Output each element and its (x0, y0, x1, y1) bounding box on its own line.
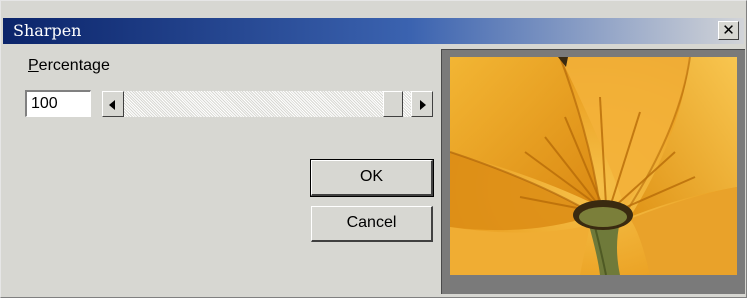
preview-image (450, 57, 737, 275)
percentage-input[interactable] (25, 90, 91, 117)
percentage-label-mnemonic: P (28, 57, 39, 74)
scroll-left-button[interactable] (102, 91, 124, 117)
percentage-label-rest: ercentage (38, 57, 110, 74)
arrow-right-icon (420, 100, 426, 110)
close-button[interactable]: ✕ (718, 21, 739, 40)
close-icon: ✕ (722, 21, 735, 39)
preview-frame (441, 49, 745, 294)
arrow-left-icon (109, 100, 115, 110)
percentage-label: Percentage (28, 57, 110, 75)
scroll-right-button[interactable] (411, 91, 433, 117)
cancel-button[interactable]: Cancel (311, 206, 433, 242)
slider-thumb[interactable] (383, 91, 403, 117)
window-title: Sharpen (13, 21, 82, 40)
percentage-slider[interactable] (102, 91, 433, 117)
ok-button[interactable]: OK (310, 159, 434, 197)
flower-image (450, 57, 737, 275)
sharpen-dialog: Sharpen ✕ Percentage OK Cancel (0, 0, 747, 298)
title-bar[interactable]: Sharpen ✕ (3, 18, 744, 44)
